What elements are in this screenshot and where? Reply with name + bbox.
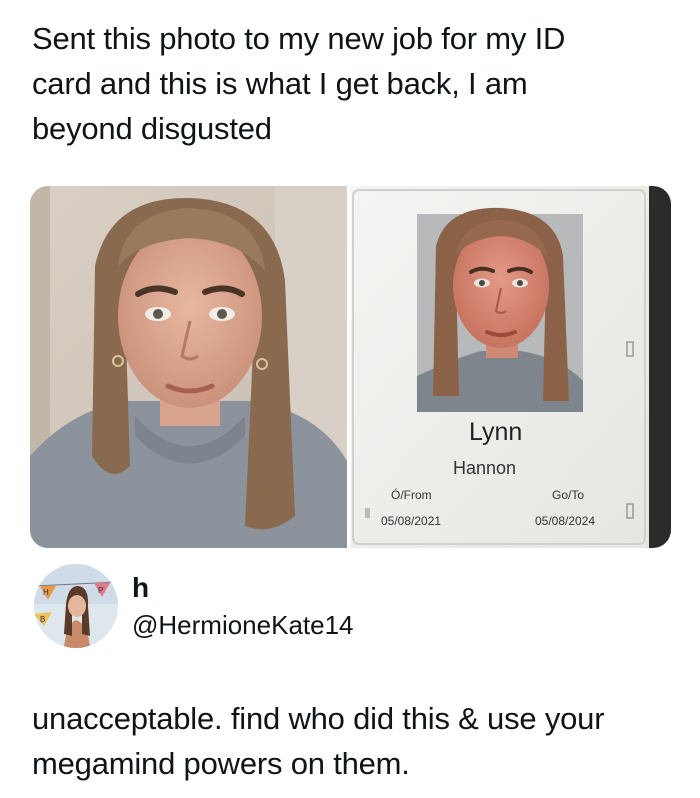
post-caption: Sent this photo to my new job for my ID … bbox=[32, 16, 672, 151]
avatar-image: H P B bbox=[34, 564, 118, 648]
quoted-user-header[interactable]: H P B h @HermioneKate14 bbox=[30, 562, 670, 662]
caption-line: Sent this photo to my new job for my ID bbox=[32, 21, 566, 56]
avatar[interactable]: H P B bbox=[34, 564, 118, 648]
id-from-date: 05/08/2021 bbox=[381, 514, 442, 528]
id-first-name: Lynn bbox=[469, 418, 523, 446]
id-from-label: Ó/From bbox=[391, 488, 432, 502]
banner-letter-h: H bbox=[43, 588, 49, 597]
id-to-label: Go/To bbox=[552, 488, 585, 502]
id-last-name: Hannon bbox=[453, 458, 517, 478]
caption-line: card and this is what I get back, I am bbox=[32, 66, 528, 101]
banner-letter-p: P bbox=[98, 586, 103, 595]
reply-line: megamind powers on them. bbox=[32, 746, 410, 781]
id-card-photo[interactable]: Lynn Hannon Ó/From Go/To 05/08/2021 05/0… bbox=[351, 186, 671, 548]
id-to-date: 05/08/2024 bbox=[535, 514, 596, 528]
caption-line: beyond disgusted bbox=[32, 111, 272, 146]
selfie-illustration bbox=[30, 186, 347, 548]
selfie-photo[interactable] bbox=[30, 186, 347, 548]
reply-line: unacceptable. find who did this & use yo… bbox=[32, 701, 605, 736]
display-name[interactable]: h bbox=[132, 572, 149, 604]
user-handle[interactable]: @HermioneKate14 bbox=[132, 610, 354, 641]
reply-text: unacceptable. find who did this & use yo… bbox=[32, 696, 672, 786]
banner-letter-b: B bbox=[40, 615, 45, 624]
media-grid[interactable]: Lynn Hannon Ó/From Go/To 05/08/2021 05/0… bbox=[30, 186, 671, 548]
